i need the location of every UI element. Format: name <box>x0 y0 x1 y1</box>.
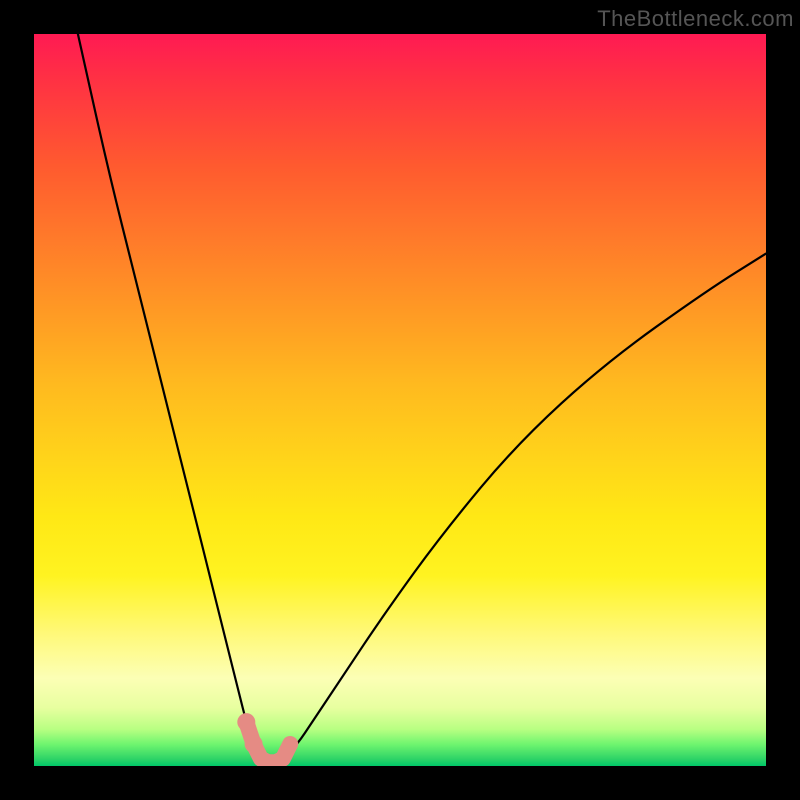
bottleneck-curve <box>78 34 766 762</box>
chart-svg <box>34 34 766 766</box>
watermark-text: TheBottleneck.com <box>597 6 794 32</box>
optimal-band-marker <box>237 713 290 762</box>
highlight-dot <box>245 735 263 753</box>
highlight-dot <box>237 713 255 731</box>
outer-frame: TheBottleneck.com <box>0 0 800 800</box>
chart-plot-area <box>34 34 766 766</box>
curve-path <box>78 34 766 762</box>
